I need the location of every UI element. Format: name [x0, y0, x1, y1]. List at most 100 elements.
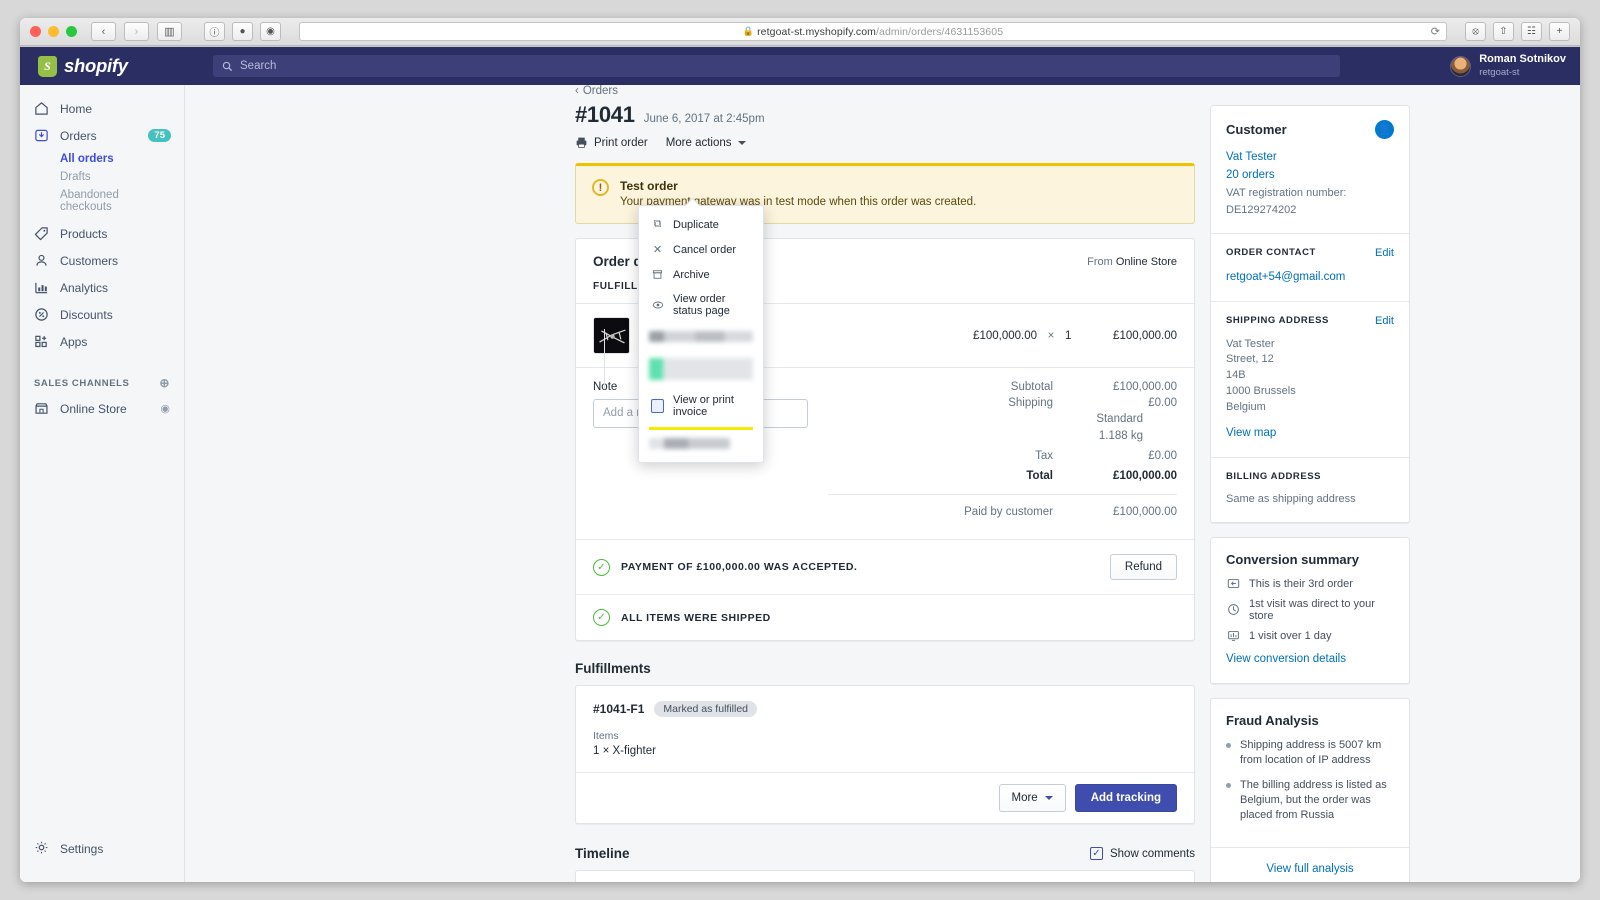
orders-count-badge: 75 — [148, 129, 171, 142]
order-totals: Subtotal £100,000.00 Shipping £0.00 Stan… — [828, 381, 1177, 522]
sidebar-item-products[interactable]: Products — [20, 220, 184, 247]
customer-email-link[interactable]: retgoat+54@gmail.com — [1226, 269, 1394, 287]
extension-icon[interactable]: ● — [232, 22, 253, 41]
toolbar-right-icons: ⦻ ⇧ ☷ + — [1465, 22, 1570, 41]
view-full-analysis-link[interactable]: View full analysis — [1266, 863, 1353, 875]
customer-orders-link[interactable]: 20 orders — [1226, 167, 1394, 185]
redacted-bar — [649, 438, 731, 449]
edit-shipping-link[interactable]: Edit — [1375, 315, 1394, 327]
reload-icon[interactable]: ⟳ — [1431, 25, 1440, 38]
menu-item-view-or-print-invoice[interactable]: View or print invoice — [639, 388, 763, 424]
forward-button[interactable]: › — [124, 22, 149, 41]
shipping-address-header: SHIPPING ADDRESS Edit — [1226, 315, 1394, 327]
add-tracking-button[interactable]: Add tracking — [1074, 784, 1177, 813]
menu-item-archive[interactable]: Archive — [639, 262, 763, 287]
fraud-analysis-card: Fraud Analysis Shipping address is 5007 … — [1210, 697, 1410, 882]
home-icon — [34, 101, 49, 116]
sidebar-toggle-button[interactable]: ▥ — [157, 22, 182, 41]
customer-name-link[interactable]: Vat Tester — [1226, 149, 1394, 167]
conversion-text: 1 visit over 1 day — [1249, 629, 1332, 642]
totals-value: £100,000.00 — [1113, 470, 1177, 483]
view-map-link[interactable]: View map — [1226, 425, 1394, 443]
check-circle-icon: ✓ — [593, 609, 610, 627]
sidebar-item-apps[interactable]: Apps — [20, 328, 184, 355]
customer-card-title: Customer — [1226, 122, 1287, 137]
print-order-button[interactable]: Print order — [575, 136, 648, 149]
minimize-window-button[interactable] — [48, 26, 59, 37]
fraud-text: Shipping address is 5007 km from locatio… — [1240, 738, 1382, 767]
menu-item-cancel-order[interactable]: ✕ Cancel order — [639, 237, 763, 262]
more-actions-button[interactable]: More actions — [666, 137, 746, 149]
fulfillment-card: #1041-F1 Marked as fulfilled Items 1 × X… — [575, 685, 1195, 825]
redacted-bar — [649, 331, 753, 342]
billing-address-title: BILLING ADDRESS — [1226, 471, 1321, 483]
search-placeholder: Search — [240, 60, 277, 72]
sidebar-item-abandoned-checkouts[interactable]: Abandoned checkouts — [20, 186, 184, 216]
avatar — [1450, 55, 1472, 77]
toolbar-icon-group: ⓘ ● ◉ — [204, 22, 281, 41]
refund-button[interactable]: Refund — [1109, 554, 1177, 581]
sidebar-item-customers[interactable]: Customers — [20, 247, 184, 274]
billing-address-section: BILLING ADDRESS Same as shipping address — [1211, 457, 1409, 522]
address-line: Vat Tester — [1226, 337, 1275, 350]
menu-item-redacted[interactable] — [639, 323, 763, 350]
invoice-icon — [651, 399, 664, 413]
menu-item-redacted[interactable] — [639, 350, 763, 388]
more-actions-label: More actions — [665, 136, 732, 149]
menu-item-duplicate[interactable]: ⧉ Duplicate — [639, 212, 763, 237]
new-tab-icon[interactable]: + — [1549, 22, 1570, 41]
breadcrumb[interactable]: ‹ Orders — [575, 85, 1195, 97]
divider — [828, 494, 1177, 496]
totals-row-tax: Tax £0.00 — [828, 450, 1177, 462]
user-handle: retgoat-st — [1479, 66, 1520, 78]
menu-item-redacted[interactable] — [639, 430, 763, 462]
sales-channels-title: SALES CHANNELS — [34, 377, 130, 389]
totals-row-paid: Paid by customer £100,000.00 — [828, 506, 1177, 518]
sidebar-item-label: Analytics — [60, 280, 109, 295]
search-input[interactable]: Search — [213, 55, 1340, 77]
back-button[interactable]: ‹ — [91, 22, 116, 41]
totals-row-total: Total £100,000.00 — [828, 470, 1177, 482]
user-menu[interactable]: Roman Sotnikov retgoat-st — [1450, 53, 1566, 79]
close-window-button[interactable] — [30, 26, 41, 37]
product-thumbnail[interactable] — [593, 317, 630, 354]
address-bar[interactable]: 🔒 retgoat-st.myshopify.com/admin/orders/… — [299, 22, 1447, 41]
tabs-overview-icon[interactable]: ☷ — [1521, 22, 1542, 41]
sidebar-item-analytics[interactable]: Analytics — [20, 274, 184, 301]
order-contact-title: ORDER CONTACT — [1226, 247, 1316, 259]
sidebar-item-online-store[interactable]: Online Store ◉ — [20, 395, 184, 422]
window-controls[interactable] — [30, 26, 77, 37]
main-content: ‹ Orders #1041 June 6, 2017 at 2:45pm Pr… — [185, 85, 1580, 882]
maximize-window-button[interactable] — [66, 26, 77, 37]
preview-store-icon[interactable]: ◉ — [160, 402, 170, 415]
fulfillment-more-button[interactable]: More — [998, 784, 1066, 813]
timeline-connector — [604, 329, 605, 389]
sidebar-item-orders[interactable]: Orders 75 — [20, 122, 184, 149]
billing-address-header: BILLING ADDRESS — [1226, 471, 1394, 482]
shopify-logo[interactable]: S shopify — [20, 55, 185, 77]
show-comments-toggle[interactable]: ✓ Show comments — [1089, 847, 1195, 861]
add-sales-channel-icon[interactable]: ⊕ — [159, 376, 170, 390]
share-icon[interactable]: ⇧ — [1493, 22, 1514, 41]
sidebar-item-settings[interactable]: Settings — [20, 834, 184, 864]
sidebar-item-drafts[interactable]: Drafts — [20, 168, 184, 186]
comment-composer: Leave a comment... ☺ @ # 📎 Post — [576, 871, 1194, 882]
sidebar-item-all-orders[interactable]: All orders — [20, 150, 184, 168]
sidebar-item-home[interactable]: Home — [20, 95, 184, 122]
menu-item-view-order-status-page[interactable]: View order status page — [639, 287, 763, 323]
reader-icon[interactable]: ⓘ — [204, 22, 225, 41]
returning-customer-icon — [1226, 577, 1240, 591]
view-conversion-details-link[interactable]: View conversion details — [1226, 651, 1394, 669]
line-item-total: £100,000.00 — [1113, 329, 1177, 342]
edit-contact-link[interactable]: Edit — [1375, 247, 1394, 259]
more-label: More — [1011, 792, 1038, 805]
more-actions-menu[interactable]: ⧉ Duplicate ✕ Cancel order Archive View … — [638, 197, 764, 463]
browser-toolbar: ‹ › ▥ ⓘ ● ◉ 🔒 retgoat-st.myshopify.com/a… — [20, 18, 1580, 46]
settings-label: Settings — [60, 842, 104, 856]
downloads-icon[interactable]: ⦻ — [1465, 22, 1486, 41]
conversion-row: 1st visit was direct to your store — [1226, 598, 1394, 622]
totals-value: £100,000.00 — [1113, 381, 1177, 393]
privacy-icon[interactable]: ◉ — [260, 22, 281, 41]
order-source: From Online Store — [1087, 255, 1177, 268]
sidebar-item-discounts[interactable]: Discounts — [20, 301, 184, 328]
